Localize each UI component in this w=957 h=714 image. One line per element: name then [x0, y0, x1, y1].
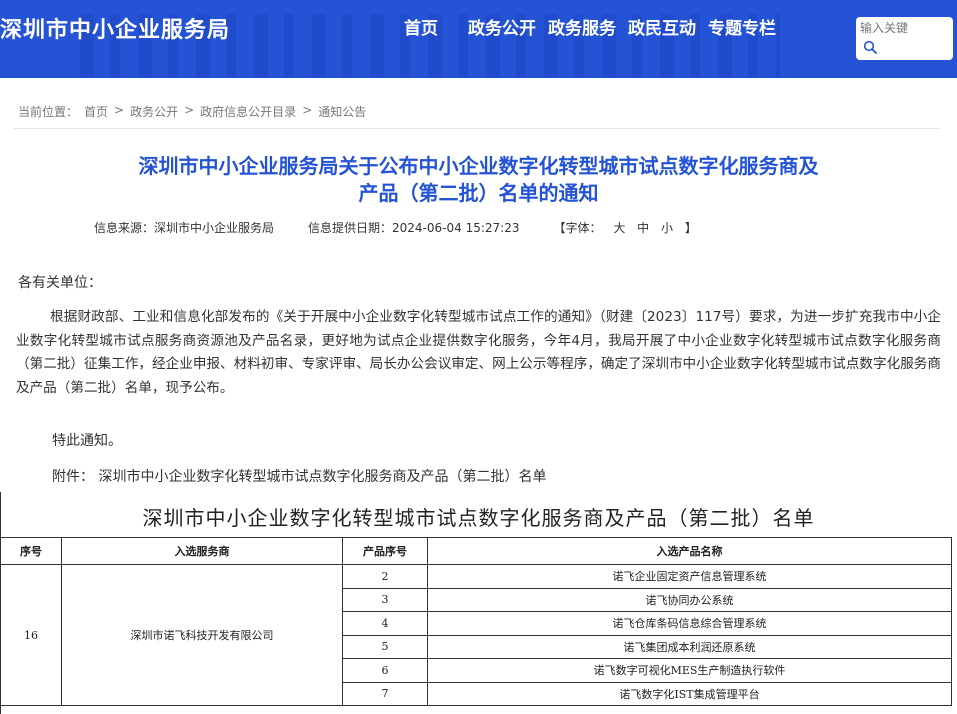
product-name-cell: 诺飞数字可视化MES生产制造执行软件 — [427, 658, 952, 683]
article-paragraph: 根据财政部、工业和信息化部发布的《关于开展中小企业数字化转型城市试点工作的通知》… — [16, 309, 941, 397]
breadcrumb: 当前位置： 首页 > 政务公开 > 政府信息公开目录 > 通知公告 — [18, 103, 372, 120]
nav-special-topics[interactable]: 专题专栏 — [708, 14, 776, 39]
attachment-link[interactable]: 深圳市中小企业数字化转型城市试点数字化服务商及产品（第二批）名单 — [98, 469, 546, 485]
nav-gov-services[interactable]: 政务服务 — [548, 14, 616, 39]
product-no-cell: 4 — [342, 611, 428, 636]
product-name-cell: 诺飞协同办公系统 — [427, 587, 952, 612]
product-name-cell: 诺飞数字化IST集成管理平台 — [427, 681, 952, 706]
info-source: 信息来源：深圳市中小企业服务局 — [94, 221, 275, 235]
product-table: 序号 入选服务商 产品序号 入选产品名称 16 深圳市诺飞科技开发有限公司 2 … — [0, 537, 952, 706]
breadcrumb-info-catalog[interactable]: 政府信息公开目录 — [200, 103, 296, 120]
article-title: 深圳市中小企业服务局关于公布中小企业数字化转型城市试点数字化服务商及 产品（第二… — [20, 153, 937, 207]
attachment: 附件： 深圳市中小企业数字化转型城市试点数字化服务商及产品（第二批）名单 — [52, 466, 546, 486]
breadcrumb-gov-affairs-open[interactable]: 政务公开 — [130, 103, 178, 120]
provider-index-cell: 16 — [0, 564, 62, 706]
article-title-line-2: 产品（第二批）名单的通知 — [358, 181, 599, 205]
article-meta: 信息来源：深圳市中小企业服务局 信息提供日期：2024-06-04 15:27:… — [94, 219, 705, 236]
breadcrumb-home[interactable]: 首页 — [84, 103, 108, 120]
document-title: 深圳市中小企业数字化转型城市试点数字化服务商及产品（第二批）名单 — [142, 506, 815, 530]
product-name-cell: 诺飞仓库条码信息综合管理系统 — [427, 611, 952, 636]
main-nav: 首页 政务公开 政务服务 政民互动 专题专栏 — [404, 14, 788, 39]
breadcrumb-separator: > — [114, 103, 125, 117]
product-no-cell: 2 — [342, 564, 428, 589]
font-size-switcher: 【字体： 大 中 小 】 — [553, 219, 704, 236]
nav-interaction[interactable]: 政民互动 — [628, 14, 696, 39]
nav-gov-affairs-open[interactable]: 政务公开 — [468, 14, 536, 39]
table-row: 16 深圳市诺飞科技开发有限公司 2 诺飞企业固定资产信息管理系统 — [0, 564, 952, 706]
breadcrumb-separator: > — [184, 103, 195, 117]
font-size-close-bracket: 】 — [684, 221, 697, 235]
nav-home[interactable]: 首页 — [404, 14, 438, 39]
search-icon[interactable] — [863, 40, 877, 54]
breadcrumb-label: 当前位置： — [18, 105, 79, 119]
column-header-provider: 入选服务商 — [61, 537, 343, 565]
attachment-label: 附件： — [52, 469, 94, 485]
product-name-cell: 诺飞企业固定资产信息管理系统 — [427, 564, 952, 589]
search-box — [856, 17, 953, 60]
product-name-cell: 诺飞集团成本利润还原系统 — [427, 634, 952, 659]
product-no-cell: 7 — [342, 681, 428, 706]
font-size-small-button[interactable]: 小 — [661, 221, 673, 235]
search-input[interactable] — [860, 19, 950, 37]
site-header: 深圳市中小企业服务局 首页 政务公开 政务服务 政民互动 专题专栏 — [0, 0, 957, 78]
column-header-product-name: 入选产品名称 — [427, 537, 952, 565]
closing-notice: 特此通知。 — [52, 433, 122, 449]
column-header-product-no: 产品序号 — [342, 537, 428, 565]
font-size-label: 【字体： — [553, 221, 602, 235]
product-no-cell: 3 — [342, 587, 428, 612]
font-size-large-button[interactable]: 大 — [613, 221, 625, 235]
site-title[interactable]: 深圳市中小企业服务局 — [0, 12, 230, 44]
salutation: 各有关单位： — [18, 275, 102, 291]
column-header-index: 序号 — [0, 537, 62, 565]
font-size-medium-button[interactable]: 中 — [637, 221, 649, 235]
provider-name-cell: 深圳市诺飞科技开发有限公司 — [61, 564, 343, 706]
breadcrumb-separator: > — [302, 103, 313, 117]
product-no-cell: 6 — [342, 658, 428, 683]
breadcrumb-divider — [14, 128, 939, 129]
table-header-row: 序号 入选服务商 产品序号 入选产品名称 — [0, 537, 952, 565]
article-title-line-1: 深圳市中小企业服务局关于公布中小企业数字化转型城市试点数字化服务商及 — [138, 154, 819, 178]
breadcrumb-notices[interactable]: 通知公告 — [318, 103, 366, 120]
info-date: 信息提供日期：2024-06-04 15:27:23 — [308, 221, 520, 235]
product-no-cell: 5 — [342, 634, 428, 659]
